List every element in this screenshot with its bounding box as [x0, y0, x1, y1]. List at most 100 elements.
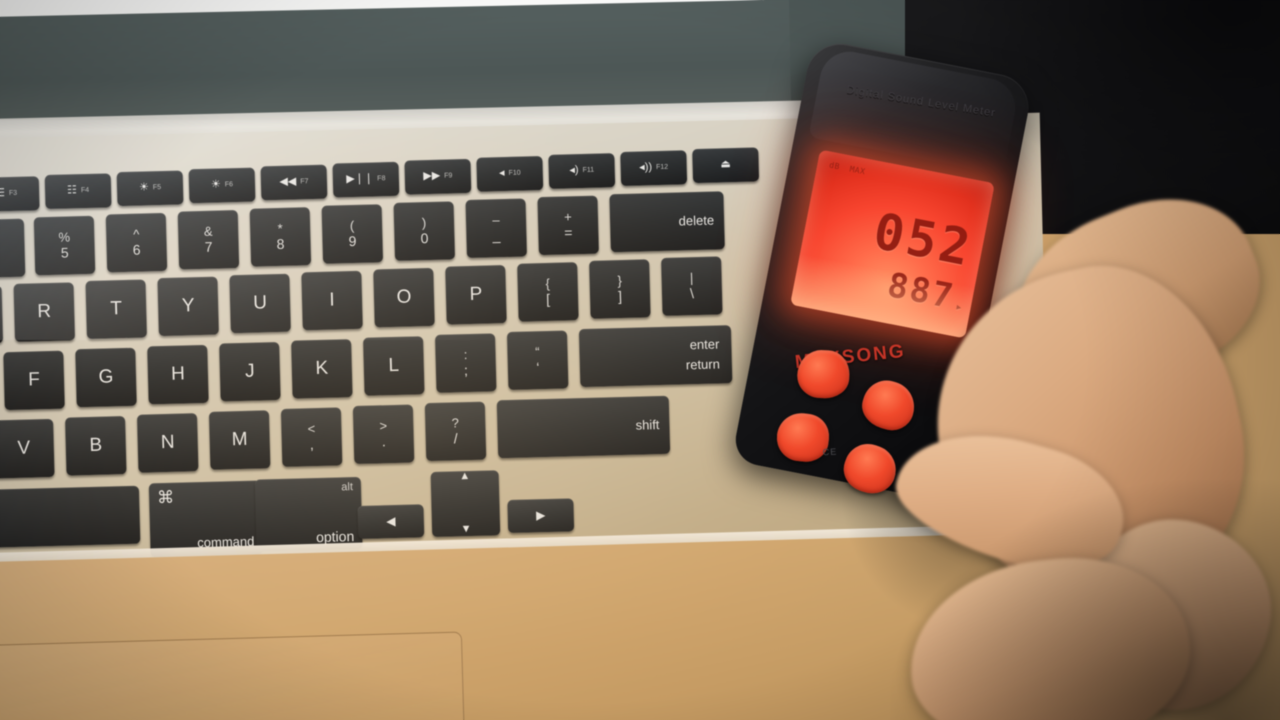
key-legend-top: “	[535, 343, 540, 360]
key-f[interactable]: F	[3, 350, 65, 411]
arrow-up-down-key[interactable]: ▲ ▼	[430, 470, 501, 538]
power-button[interactable]: POWER	[796, 348, 851, 400]
volume-down-icon: ◂)	[569, 164, 579, 177]
key-legend-bottom: \	[689, 285, 695, 302]
lcd-indicator-max: MAX	[848, 163, 867, 176]
key-legend: Y	[181, 295, 195, 317]
key-e[interactable]: E	[0, 285, 4, 345]
key-h[interactable]: H	[147, 344, 209, 405]
key-legend: F	[27, 369, 41, 391]
key-period[interactable]: > .	[352, 404, 415, 465]
key-8[interactable]: * 8	[249, 207, 312, 267]
arrow-right-key[interactable]: ▶	[507, 498, 575, 534]
key-slash[interactable]: ? /	[424, 401, 487, 462]
hand-holding-device	[880, 169, 1280, 720]
rewind-icon: ◀◀	[279, 175, 297, 189]
volume-up-key[interactable]: ◂)) F12	[620, 150, 688, 186]
key-legend-top: |	[689, 269, 694, 286]
key-backslash[interactable]: | \	[661, 256, 723, 316]
key-legend-bottom: /	[453, 430, 458, 447]
key-legend: K	[315, 357, 329, 380]
key-u[interactable]: U	[229, 273, 291, 334]
brightness-low-icon: ☀	[138, 181, 150, 194]
option-key[interactable]: alt option	[254, 476, 363, 552]
fn-key-label: F11	[582, 166, 595, 175]
fn-key-label: F12	[656, 164, 669, 172]
key-j[interactable]: J	[219, 341, 281, 402]
key-k[interactable]: K	[291, 339, 353, 399]
launchpad-key[interactable]: ☷ F4	[44, 173, 112, 210]
fn-key-label: F10	[508, 169, 521, 178]
key-minus[interactable]: – _	[465, 198, 527, 259]
key-m[interactable]: M	[208, 410, 271, 470]
key-legend: B	[89, 434, 103, 457]
command-symbol-icon: ⌘	[156, 487, 175, 508]
key-legend-bottom: 0	[420, 230, 429, 247]
eject-key[interactable]: ⏏	[692, 147, 760, 184]
brightness-high-icon: ☀	[210, 178, 221, 191]
fn-key-label: F5	[152, 184, 162, 192]
trackpad[interactable]	[0, 631, 467, 720]
return-key[interactable]: enter return	[578, 325, 733, 388]
key-legend: M	[231, 428, 248, 451]
arrow-left-key[interactable]: ◀	[357, 504, 425, 539]
key-g[interactable]: G	[75, 347, 137, 408]
play-pause-key[interactable]: ▶❘❘ F8	[332, 161, 400, 198]
key-t[interactable]: T	[85, 279, 147, 340]
key-quote[interactable]: “ ‘	[506, 330, 569, 390]
key-legend-top: +	[563, 209, 572, 225]
arrow-down-icon: ▼	[460, 523, 472, 536]
key-legend-bottom: ]	[617, 288, 623, 305]
key-legend: V	[17, 437, 31, 459]
keyboard-brightness-down-key[interactable]: ☀ F5	[116, 170, 184, 207]
key-legend-top: )	[421, 214, 427, 231]
key-legend-bottom: 5	[60, 244, 69, 262]
key-legend-bottom: [	[545, 291, 551, 308]
key-legend-bottom: 8	[276, 236, 285, 253]
mute-key[interactable]: ◂ F10	[476, 156, 544, 192]
right-shift-key[interactable]: shift	[496, 395, 671, 459]
arrow-up-icon: ▲	[459, 470, 471, 483]
key-bracket-left[interactable]: { [	[517, 262, 579, 322]
fn-key-label: F7	[300, 178, 309, 186]
key-i[interactable]: I	[301, 270, 363, 331]
keyboard-brightness-up-key[interactable]: ☀ F6	[188, 167, 256, 204]
key-0[interactable]: ) 0	[393, 201, 456, 261]
fast-forward-key[interactable]: ▶▶ F9	[404, 158, 472, 195]
key-5[interactable]: % 5	[33, 215, 96, 276]
fn-key-label: F3	[8, 190, 18, 198]
key-7[interactable]: & 7	[177, 210, 240, 270]
key-p[interactable]: P	[445, 265, 507, 325]
key-equals[interactable]: + =	[537, 195, 599, 256]
key-legend-top: ?	[451, 415, 460, 431]
key-l[interactable]: L	[363, 336, 425, 396]
mission-control-key[interactable]: ☰ F3	[0, 176, 40, 212]
key-legend: G	[98, 366, 114, 388]
key-b[interactable]: B	[65, 416, 127, 476]
volume-down-key[interactable]: ◂) F11	[548, 153, 616, 189]
key-4[interactable]: $ 4	[0, 218, 26, 279]
key-r[interactable]: R	[13, 282, 76, 342]
key-legend: R	[37, 300, 52, 323]
key-legend-top: {	[545, 275, 551, 291]
key-legend-bottom: .	[381, 433, 386, 450]
fn-key-label: F6	[224, 181, 234, 189]
eject-icon: ⏏	[720, 158, 731, 171]
fast-forward-icon: ▶▶	[423, 169, 441, 183]
key-legend-bottom: 6	[132, 242, 141, 259]
space-key[interactable]	[0, 485, 141, 553]
key-o[interactable]: O	[373, 267, 435, 328]
key-semicolon[interactable]: : ;	[434, 333, 497, 393]
delete-key[interactable]: delete	[609, 191, 725, 253]
key-bracket-right[interactable]: } ]	[589, 259, 651, 319]
key-legend: P	[469, 283, 483, 305]
key-legend-top: ^	[132, 226, 140, 242]
rewind-key[interactable]: ◀◀ F7	[260, 164, 328, 201]
key-9[interactable]: ( 9	[321, 204, 384, 264]
key-legend: L	[388, 354, 400, 377]
key-comma[interactable]: < ,	[280, 407, 343, 467]
key-v[interactable]: V	[0, 418, 55, 479]
key-y[interactable]: Y	[157, 276, 219, 337]
key-6[interactable]: ^ 6	[105, 212, 168, 273]
key-n[interactable]: N	[136, 413, 199, 473]
